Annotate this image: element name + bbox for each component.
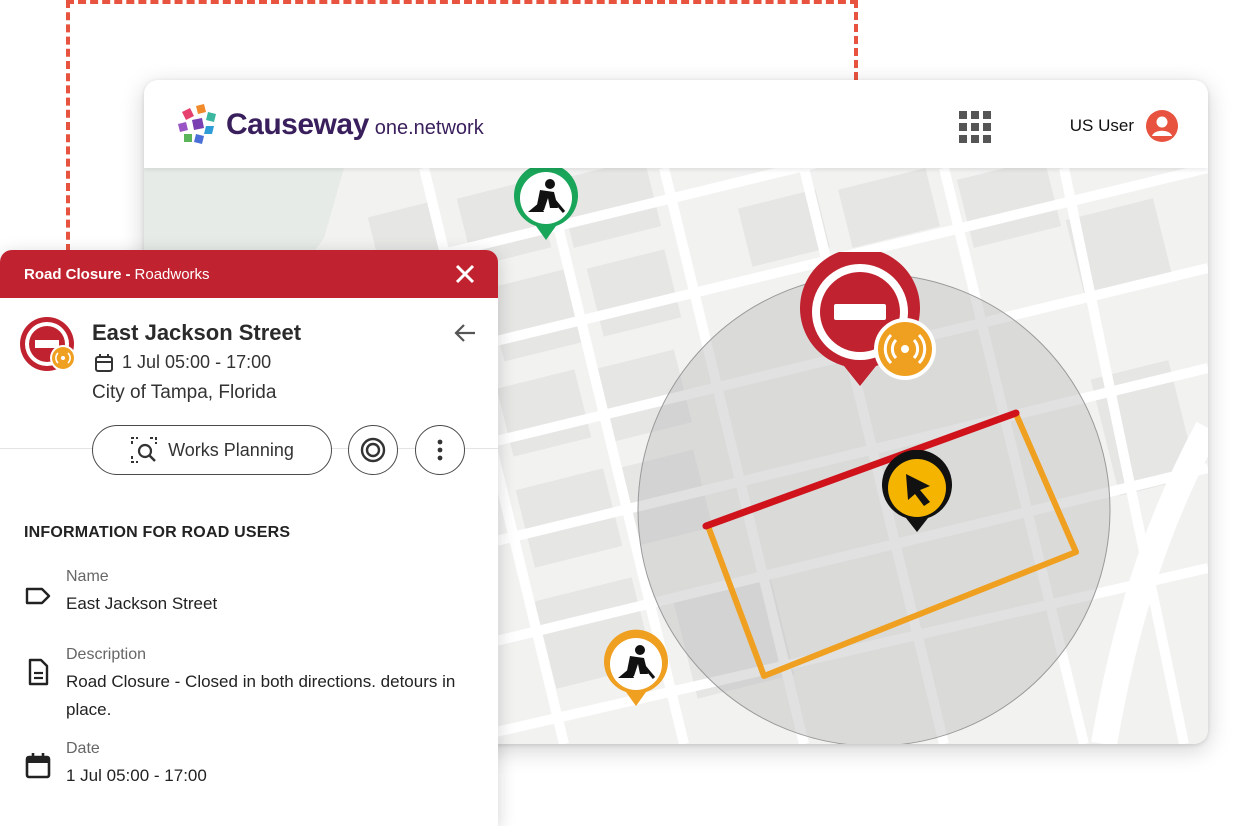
user-menu[interactable]: US User <box>1070 110 1178 142</box>
target-icon <box>360 437 386 463</box>
field-description: Description Road Closure - Closed in bot… <box>24 646 464 726</box>
brand-name: Causeway <box>226 108 369 141</box>
field-label: Name <box>66 568 109 585</box>
apps-grid-icon[interactable] <box>958 110 992 144</box>
field-label: Description <box>66 646 147 663</box>
field-value: Road Closure - Closed in both directions… <box>66 672 456 719</box>
calendar-icon <box>25 753 51 779</box>
app-header: Causeway one.network US User <box>144 80 1208 168</box>
more-options-button[interactable] <box>415 425 465 475</box>
document-icon <box>28 658 49 686</box>
incident-title: East Jackson Street <box>92 320 302 345</box>
brand-sub: one.network <box>374 116 484 139</box>
causeway-logo-icon <box>178 104 216 144</box>
road-closure-icon <box>20 317 76 371</box>
field-value: East Jackson Street <box>66 594 218 613</box>
field-name: Name East Jackson Street <box>24 568 464 628</box>
field-value: 1 Jul 05:00 - 17:00 <box>66 766 207 785</box>
incident-date-row: 1 Jul 05:00 - 17:00 <box>94 352 271 373</box>
highlight-dashed-line-top <box>66 0 858 4</box>
locate-on-map-button[interactable] <box>348 425 398 475</box>
works-planning-label: Works Planning <box>168 439 294 460</box>
field-date: Date 1 Jul 05:00 - 17:00 <box>24 740 464 800</box>
tag-icon <box>25 587 51 605</box>
incident-date: 1 Jul 05:00 - 17:00 <box>122 352 272 372</box>
incident-location: City of Tampa, Florida <box>92 382 277 403</box>
roadworks-pin-orange-icon[interactable] <box>600 628 672 708</box>
more-vertical-icon <box>437 439 443 461</box>
incident-panel: Road Closure - Roadworks East Jackson St… <box>0 250 498 826</box>
field-label: Date <box>66 740 100 757</box>
incident-summary: East Jackson Street 1 Jul 05:00 - 17:00 … <box>0 250 498 475</box>
works-planning-icon <box>131 437 158 463</box>
cursor-pin-icon[interactable] <box>878 450 956 534</box>
back-arrow-icon[interactable] <box>452 320 478 346</box>
brand-logo[interactable]: Causeway one.network <box>174 102 484 148</box>
user-avatar-icon <box>1146 110 1178 142</box>
info-heading: INFORMATION FOR ROAD USERS <box>24 524 291 541</box>
works-planning-button[interactable]: Works Planning <box>92 425 332 475</box>
calendar-small-icon <box>95 353 113 372</box>
roadworks-pin-green-icon[interactable] <box>510 162 582 242</box>
highlight-dashed-line-left <box>66 0 70 252</box>
live-signal-badge-icon <box>874 318 936 380</box>
user-name: US User <box>1069 116 1134 135</box>
